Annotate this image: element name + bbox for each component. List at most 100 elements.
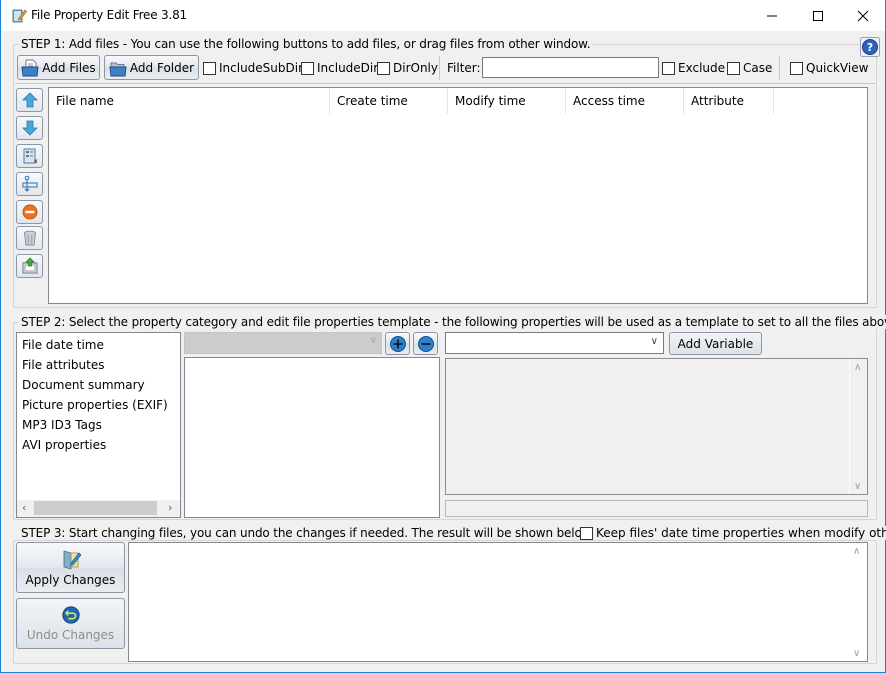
add-folder-icon xyxy=(109,62,127,76)
include-subdir-checkbox[interactable]: IncludeSubDir xyxy=(203,61,303,75)
plus-icon xyxy=(389,335,406,352)
apply-changes-button[interactable]: Apply Changes xyxy=(16,542,125,593)
add-property-button[interactable] xyxy=(385,332,410,355)
close-icon xyxy=(857,10,869,21)
remove-property-button[interactable] xyxy=(413,332,438,355)
app-icon xyxy=(11,7,27,23)
move-up-button[interactable] xyxy=(16,88,43,112)
scroll-left-icon[interactable]: ‹ xyxy=(22,501,26,514)
toolbar-separator-2 xyxy=(779,56,780,80)
dir-only-checkbox[interactable]: DirOnly xyxy=(377,61,438,75)
category-hscrollbar[interactable]: ‹ › xyxy=(17,500,180,517)
minimize-button[interactable] xyxy=(749,0,795,31)
property-list[interactable] xyxy=(184,357,440,518)
result-output[interactable]: ∧ ∨ xyxy=(128,542,868,662)
category-hscroll-thumb[interactable] xyxy=(34,501,157,515)
clear-button[interactable] xyxy=(16,226,43,250)
scroll-up-icon[interactable]: ∧ xyxy=(853,546,860,557)
file-list-table[interactable]: File name Create time Modify time Access… xyxy=(48,87,868,304)
add-variable-label: Add Variable xyxy=(677,336,754,351)
chevron-down-icon: ∨ xyxy=(369,335,377,346)
value-vscrollbar[interactable]: ∧ ∨ xyxy=(849,359,867,494)
add-files-label: Add Files xyxy=(42,60,96,75)
keep-datetime-checkbox[interactable]: Keep files' date time properties when mo… xyxy=(580,526,886,540)
help-icon: ? xyxy=(860,37,880,57)
rename-icon xyxy=(22,175,37,192)
include-dir-checkbox[interactable]: IncludeDir xyxy=(301,61,378,75)
maximize-button[interactable] xyxy=(795,0,841,31)
apply-changes-label: Apply Changes xyxy=(25,573,116,587)
add-folder-label: Add Folder xyxy=(129,60,195,75)
keep-datetime-label: Keep files' date time properties when mo… xyxy=(596,526,886,540)
close-button[interactable] xyxy=(840,0,886,31)
result-vscrollbar[interactable]: ∧ ∨ xyxy=(849,543,867,661)
exclude-checkbox[interactable]: Exclude xyxy=(662,61,725,75)
variable-select[interactable]: ∨ xyxy=(445,332,664,354)
case-box[interactable] xyxy=(727,61,740,75)
undo-changes-button[interactable]: Undo Changes xyxy=(16,598,125,649)
column-header-access-time[interactable]: Access time xyxy=(566,88,684,114)
add-variable-button[interactable]: Add Variable xyxy=(669,332,762,355)
arrow-up-icon xyxy=(21,92,38,108)
chevron-down-icon: ∨ xyxy=(650,336,658,347)
add-files-icon xyxy=(21,59,39,76)
remove-icon xyxy=(22,204,37,220)
step1-legend: STEP 1: Add files - You can use the foll… xyxy=(19,37,593,51)
undo-changes-label: Undo Changes xyxy=(26,628,115,642)
include-dir-label: IncludeDir xyxy=(317,61,379,75)
scroll-right-icon[interactable]: › xyxy=(168,501,172,514)
add-files-button[interactable]: Add Files xyxy=(17,55,100,80)
svg-text:x: x xyxy=(34,158,38,165)
case-label: Case xyxy=(743,61,773,75)
scroll-up-icon[interactable]: ∧ xyxy=(854,362,861,373)
move-down-button[interactable] xyxy=(16,116,43,140)
category-item[interactable]: File attributes xyxy=(22,358,105,372)
quickview-label: QuickView xyxy=(806,61,869,75)
maximize-icon xyxy=(813,10,823,21)
properties-button[interactable]: x xyxy=(16,144,43,168)
category-item[interactable]: Picture properties (EXIF) xyxy=(22,398,168,412)
value-status-box xyxy=(445,500,868,517)
category-item[interactable]: MP3 ID3 Tags xyxy=(22,418,102,432)
step3-legend: STEP 3: Start changing files, you can un… xyxy=(19,526,596,540)
include-subdir-label: IncludeSubDir xyxy=(219,61,304,75)
column-header-modify-time[interactable]: Modify time xyxy=(448,88,566,114)
help-button[interactable]: ? xyxy=(860,37,880,57)
export-button[interactable] xyxy=(16,254,43,278)
scroll-down-icon[interactable]: ∨ xyxy=(854,481,861,492)
svg-text:?: ? xyxy=(867,41,873,54)
scroll-down-icon[interactable]: ∨ xyxy=(853,648,860,659)
category-item[interactable]: AVI properties xyxy=(22,438,106,452)
properties-icon: x xyxy=(23,148,38,165)
exclude-label: Exclude xyxy=(678,61,726,75)
keep-datetime-box[interactable] xyxy=(580,526,593,540)
exclude-box[interactable] xyxy=(662,61,675,75)
rename-button[interactable] xyxy=(16,172,43,196)
property-select[interactable]: ∨ xyxy=(184,332,382,354)
dir-only-label: DirOnly xyxy=(393,61,438,75)
column-header-file-name[interactable]: File name xyxy=(49,88,330,114)
dir-only-box[interactable] xyxy=(377,61,390,75)
export-icon xyxy=(22,257,37,274)
undo-icon xyxy=(61,606,80,624)
toolbar-divider xyxy=(15,83,875,84)
quickview-checkbox[interactable]: QuickView xyxy=(790,61,868,75)
apply-changes-icon xyxy=(63,550,81,570)
step2-legend: STEP 2: Select the property category and… xyxy=(19,315,886,329)
category-item[interactable]: File date time xyxy=(22,338,104,352)
include-subdir-box[interactable] xyxy=(203,61,216,75)
value-editor[interactable]: ∧ ∨ xyxy=(445,358,868,495)
category-item[interactable]: Document summary xyxy=(22,378,145,392)
add-folder-button[interactable]: Add Folder xyxy=(104,55,199,80)
column-header-attribute[interactable]: Attribute xyxy=(684,88,774,114)
quickview-box[interactable] xyxy=(790,61,803,75)
arrow-down-icon xyxy=(21,120,38,136)
remove-button[interactable] xyxy=(16,200,43,224)
filter-label: Filter: xyxy=(447,61,481,75)
filter-input[interactable] xyxy=(482,57,659,78)
trash-icon xyxy=(23,230,36,246)
case-checkbox[interactable]: Case xyxy=(727,61,772,75)
category-list[interactable]: File date time File attributes Document … xyxy=(16,332,181,518)
column-header-create-time[interactable]: Create time xyxy=(330,88,448,114)
include-dir-box[interactable] xyxy=(301,61,314,75)
